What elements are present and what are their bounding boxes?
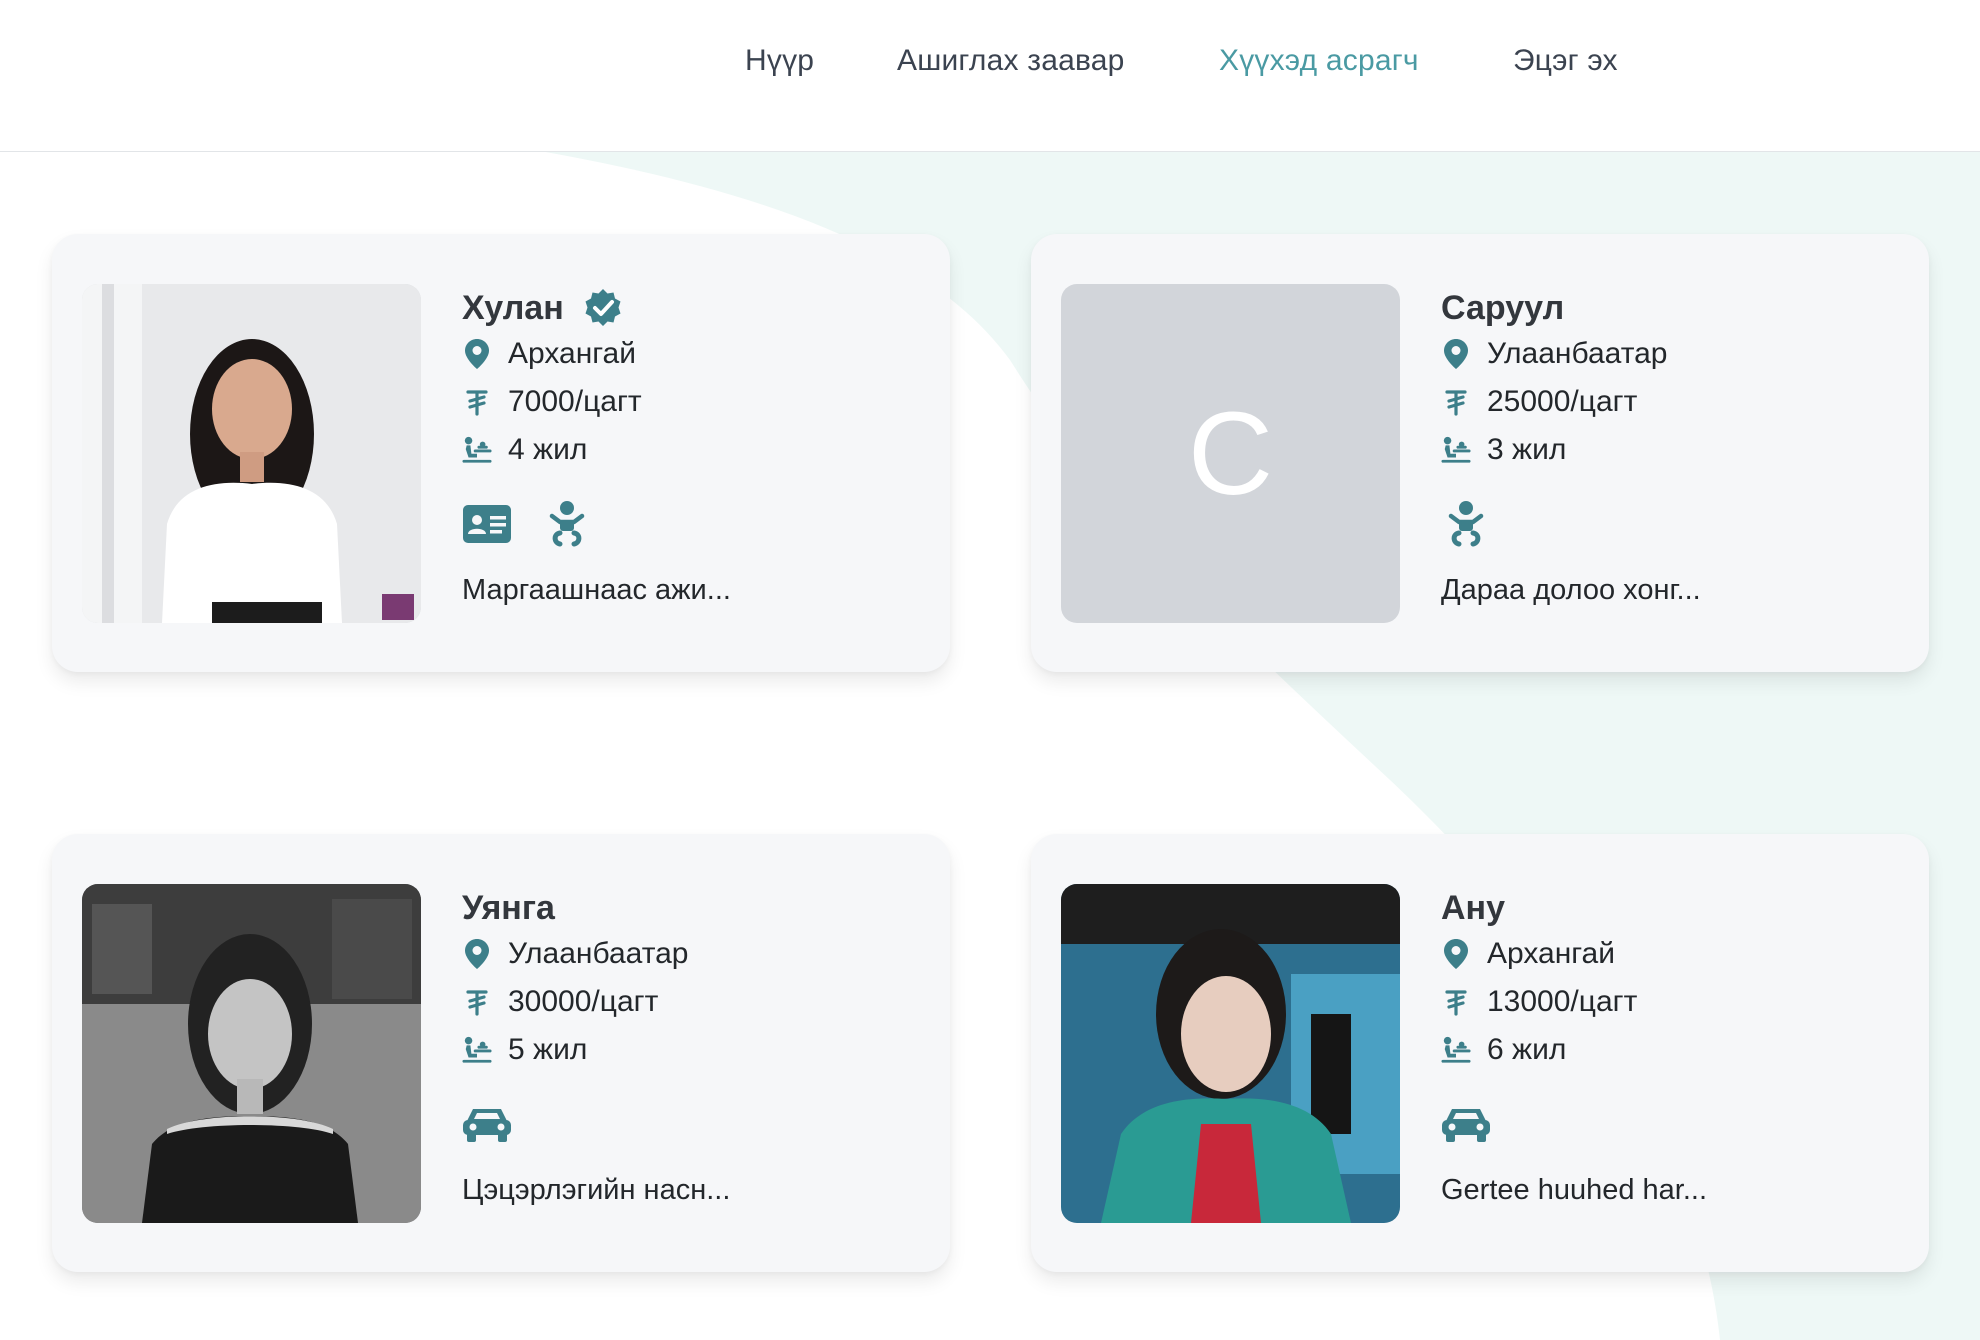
babysitter-card[interactable]: Уянга Улаанбаатар 30000/цагт 5 жил Цэцэр… — [52, 834, 950, 1272]
description-text: Цэцэрлэгийн насн... — [462, 1174, 731, 1206]
description-text: Дараа долоо хонг... — [1441, 574, 1701, 606]
rate-text: 30000/цагт — [508, 985, 659, 1018]
nav-link-parent[interactable]: Эцэг эх — [1513, 44, 1618, 78]
rate-text: 25000/цагт — [1487, 385, 1638, 418]
experience-text: 6 жил — [1487, 1033, 1567, 1066]
experience-text: 5 жил — [508, 1033, 588, 1066]
feature-icons — [462, 1098, 922, 1150]
nav-link-babysitter[interactable]: Хүүхэд асрагч — [1219, 44, 1419, 78]
profile-photo — [82, 884, 421, 1223]
babysitter-name: Саруул — [1441, 288, 1565, 327]
babysitter-card[interactable]: Хулан Архангай 7000/цагт 4 жил Маргаашна… — [52, 234, 950, 672]
experience-row: 5 жил — [462, 1026, 922, 1074]
id-card-icon[interactable] — [462, 499, 512, 549]
feature-icons — [1441, 1098, 1901, 1150]
babysitter-name: Ану — [1441, 888, 1505, 927]
tugrik-icon — [1441, 987, 1471, 1017]
babysitter-card[interactable]: Ану Архангай 13000/цагт 6 жил Gertee huu… — [1031, 834, 1929, 1272]
location-row: Улаанбаатар — [462, 930, 922, 978]
location-text: Улаанбаатар — [1487, 337, 1668, 370]
experience-text: 4 жил — [508, 433, 588, 466]
car-icon[interactable] — [462, 1099, 512, 1149]
babysitter-name: Хулан — [462, 288, 564, 327]
profile-photo-placeholder: С — [1061, 284, 1400, 623]
nav-link-home[interactable]: Нүүр — [745, 44, 814, 78]
car-icon[interactable] — [1441, 1099, 1491, 1149]
profile-photo — [1061, 884, 1400, 1223]
experience-row: 3 жил — [1441, 426, 1901, 474]
verified-badge-icon — [582, 287, 624, 329]
rate-row: 30000/цагт — [462, 978, 922, 1026]
rate-row: 13000/цагт — [1441, 978, 1901, 1026]
experience-row: 4 жил — [462, 426, 922, 474]
tugrik-icon — [462, 387, 492, 417]
location-text: Улаанбаатар — [508, 937, 689, 970]
rate-text: 13000/цагт — [1487, 985, 1638, 1018]
experience-row: 6 жил — [1441, 1026, 1901, 1074]
location-row: Архангай — [462, 330, 922, 378]
location-row: Улаанбаатар — [1441, 330, 1901, 378]
rate-text: 7000/цагт — [508, 385, 642, 418]
location-pin-icon — [462, 339, 492, 369]
baby-carriage-icon — [1441, 1035, 1471, 1065]
experience-text: 3 жил — [1487, 433, 1567, 466]
top-nav: Нүүр Ашиглах заавар Хүүхэд асрагч Эцэг э… — [0, 0, 1980, 152]
description-text: Gertee huuhed har... — [1441, 1174, 1708, 1206]
location-pin-icon — [1441, 939, 1471, 969]
profile-photo — [82, 284, 421, 623]
tugrik-icon — [462, 987, 492, 1017]
location-pin-icon — [1441, 339, 1471, 369]
babysitter-name: Уянга — [462, 888, 555, 927]
feature-icons — [462, 498, 922, 550]
baby-icon[interactable] — [1441, 499, 1491, 549]
baby-icon[interactable] — [542, 499, 592, 549]
babysitter-card[interactable]: С Саруул Улаанбаатар 25000/цагт 3 жил Да… — [1031, 234, 1929, 672]
rate-row: 7000/цагт — [462, 378, 922, 426]
location-pin-icon — [462, 939, 492, 969]
description-text: Маргаашнаас ажи... — [462, 574, 731, 606]
baby-carriage-icon — [462, 435, 492, 465]
location-text: Архангай — [1487, 937, 1615, 970]
location-row: Архангай — [1441, 930, 1901, 978]
baby-carriage-icon — [1441, 435, 1471, 465]
avatar-initial: С — [1187, 387, 1274, 520]
nav-link-guide[interactable]: Ашиглах заавар — [897, 44, 1125, 78]
location-text: Архангай — [508, 337, 636, 370]
rate-row: 25000/цагт — [1441, 378, 1901, 426]
tugrik-icon — [1441, 387, 1471, 417]
baby-carriage-icon — [462, 1035, 492, 1065]
feature-icons — [1441, 498, 1901, 550]
